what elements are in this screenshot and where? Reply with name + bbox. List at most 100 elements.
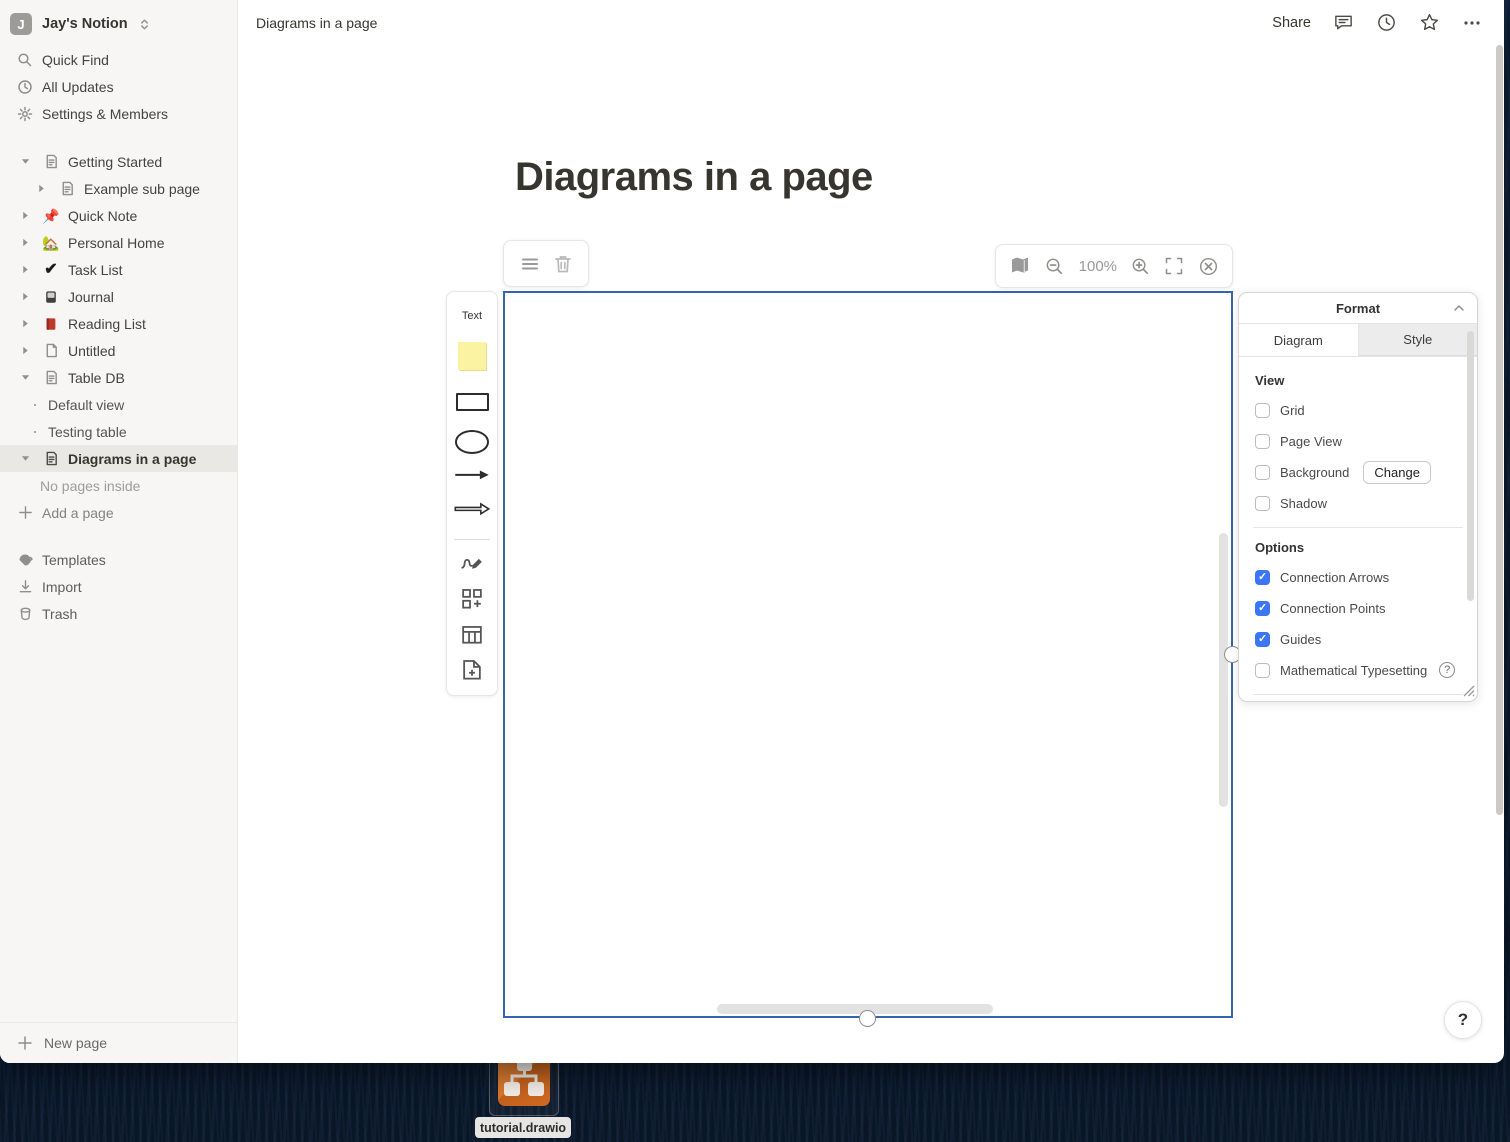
sidebar-item-import[interactable]: Import [0,573,237,600]
history-icon[interactable] [1376,12,1397,33]
guides-row: Guides [1255,627,1463,651]
zoom-out-icon[interactable] [1044,256,1065,277]
close-diagram-icon[interactable] [1198,256,1219,277]
checkmark-icon: ✔ [42,262,60,278]
no-pages-inside-label: No pages inside [0,472,237,499]
canvas-horizontal-scrollbar[interactable] [717,1004,993,1014]
change-background-button[interactable]: Change [1363,461,1431,484]
chevron-down-icon[interactable] [16,157,34,166]
canvas-resize-handle-bottom[interactable] [859,1010,876,1027]
rectangle-shape-tool[interactable] [456,393,489,412]
sidebar-page-table-db[interactable]: Table DB [0,364,237,391]
chevron-right-icon[interactable] [16,319,34,328]
outline-map-icon[interactable] [1009,255,1031,277]
sidebar-page-journal[interactable]: Journal [0,283,237,310]
sidebar-page-example-sub-page[interactable]: Example sub page [0,175,237,202]
shape-palette: Text [446,291,498,696]
menu-icon[interactable] [520,254,540,274]
options-section-heading: Options [1255,540,1463,555]
canvas-vertical-scrollbar[interactable] [1219,533,1228,807]
sidebar-page-personal-home[interactable]: 🏡 Personal Home [0,229,237,256]
open-arrow-tool[interactable] [454,502,490,516]
diagram-canvas[interactable] [503,291,1233,1018]
ellipse-shape-tool[interactable] [455,430,489,454]
sidebar-item-quick-find[interactable]: Quick Find [0,46,237,73]
chevron-right-icon[interactable] [16,265,34,274]
chevron-right-icon[interactable] [16,292,34,301]
background-checkbox-row: Background Change [1255,460,1463,484]
workspace-switcher[interactable]: J Jay's Notion [0,10,237,38]
unfold-icon [138,18,151,31]
sidebar-page-untitled[interactable]: Untitled [0,337,237,364]
sidebar-view-testing-table[interactable]: · Testing table [0,418,237,445]
connection-points-checkbox[interactable] [1255,601,1270,616]
sidebar-page-quick-note[interactable]: 📌 Quick Note [0,202,237,229]
arrow-tool[interactable] [454,468,490,482]
format-panel-scrollbar[interactable] [1467,331,1474,601]
sidebar-item-all-updates[interactable]: All Updates [0,73,237,100]
text-shape-tool[interactable]: Text [462,310,482,322]
view-section-heading: View [1255,373,1463,388]
new-page-button[interactable]: New page [0,1022,237,1063]
table-tool[interactable] [461,624,483,646]
page-view-checkbox[interactable] [1255,434,1270,449]
zoom-in-icon[interactable] [1130,256,1151,277]
chevron-right-icon[interactable] [16,238,34,247]
help-button[interactable]: ? [1444,1001,1482,1039]
diagram-zoom-toolbar: 100% [995,244,1233,288]
shadow-checkbox[interactable] [1255,496,1270,511]
tab-diagram[interactable]: Diagram [1239,324,1359,356]
guides-checkbox[interactable] [1255,632,1270,647]
format-panel-header: Format [1239,293,1477,324]
sidebar-item-templates[interactable]: Templates [0,546,237,573]
sidebar-page-diagrams-in-a-page[interactable]: Diagrams in a page [0,445,237,472]
bullet-icon: · [30,421,40,442]
chevron-right-icon[interactable] [16,211,34,220]
mathematical-typesetting-checkbox[interactable] [1255,663,1270,678]
chevron-down-icon[interactable] [16,373,34,382]
background-checkbox[interactable] [1255,465,1270,480]
help-circle-icon[interactable]: ? [1439,662,1455,678]
sidebar-page-getting-started[interactable]: Getting Started [0,148,237,175]
shadow-checkbox-row: Shadow [1255,491,1463,515]
sidebar-item-trash[interactable]: Trash [0,600,237,627]
tab-style[interactable]: Style [1359,324,1478,356]
sidebar-view-default-view[interactable]: · Default view [0,391,237,418]
search-icon [16,52,34,68]
delete-block-icon[interactable] [554,254,572,274]
gear-icon [16,106,34,122]
block-toolbar [503,240,589,287]
sticky-note-shape-tool[interactable] [458,342,486,370]
chevron-right-icon[interactable] [32,184,50,193]
connection-points-row: Connection Points [1255,596,1463,620]
templates-icon [16,552,34,568]
sidebar: J Jay's Notion Quick Find All Updates Se… [0,0,238,1063]
document-icon [42,370,60,385]
more-options-icon[interactable] [1462,13,1482,33]
panel-resize-grip[interactable] [1461,683,1475,697]
chevron-right-icon[interactable] [16,346,34,355]
freehand-tool[interactable] [460,552,484,574]
collapse-panel-icon[interactable] [1453,302,1465,314]
favorite-star-icon[interactable] [1419,12,1440,33]
fullscreen-icon[interactable] [1164,256,1184,276]
pushpin-icon: 📌 [42,209,60,223]
insert-page-tool[interactable] [462,659,482,681]
connection-arrows-checkbox[interactable] [1255,570,1270,585]
add-a-page-button[interactable]: Add a page [0,499,237,526]
grid-checkbox[interactable] [1255,403,1270,418]
sidebar-page-task-list[interactable]: ✔ Task List [0,256,237,283]
sidebar-item-settings-members[interactable]: Settings & Members [0,100,237,127]
divider [1253,694,1463,695]
breadcrumb[interactable]: Diagrams in a page [256,15,377,31]
chevron-down-icon[interactable] [16,454,34,463]
share-button[interactable]: Share [1272,15,1311,31]
workspace-name: Jay's Notion [42,16,128,32]
comments-icon[interactable] [1333,12,1354,33]
sidebar-page-reading-list[interactable]: Reading List [0,310,237,337]
clock-icon [16,79,34,95]
window-scrollbar[interactable] [1496,45,1503,815]
page-title: Diagrams in a page [515,155,873,200]
blank-page-icon [42,343,60,358]
more-shapes-tool[interactable] [461,588,483,610]
